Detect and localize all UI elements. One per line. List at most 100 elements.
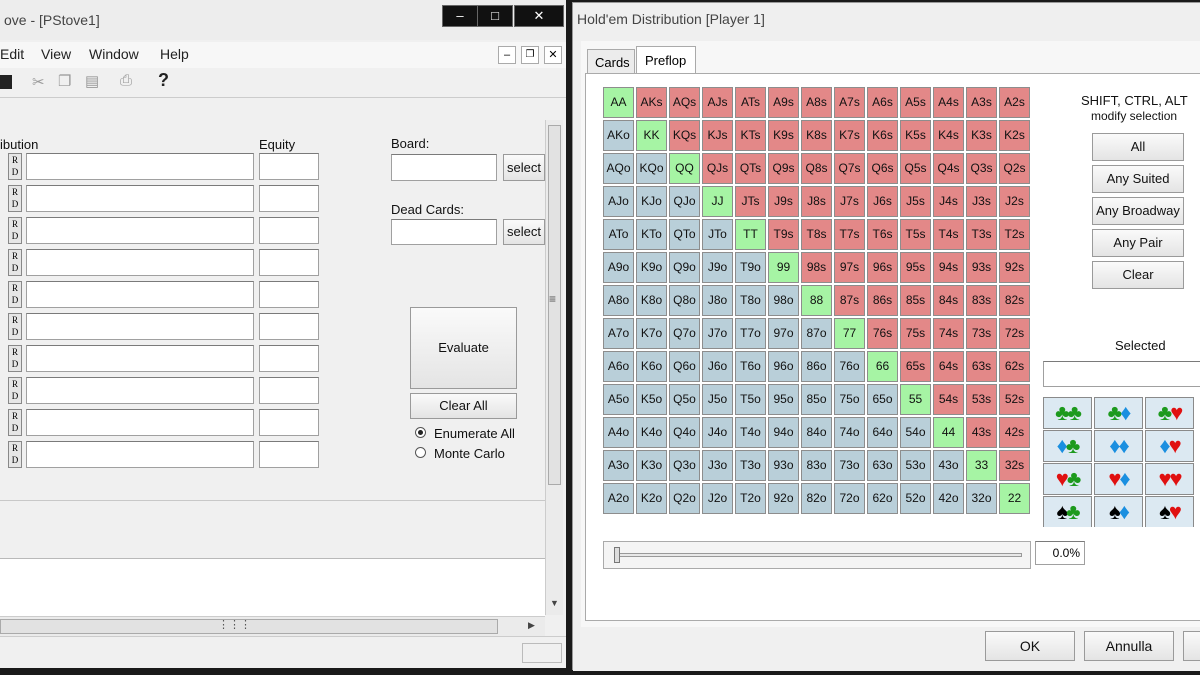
hand-cell-K7s[interactable]: K7s [834, 120, 865, 151]
range-dead-button[interactable]: RD [8, 377, 22, 404]
menu-help[interactable]: Help [160, 46, 189, 62]
hand-cell-KJs[interactable]: KJs [702, 120, 733, 151]
player-distribution-input[interactable] [26, 185, 254, 212]
hand-cell-KK[interactable]: KK [636, 120, 667, 151]
hand-cell-A6o[interactable]: A6o [603, 351, 634, 382]
hand-cell-33[interactable]: 33 [966, 450, 997, 481]
clear-button[interactable]: Clear [1092, 261, 1184, 289]
board-input[interactable] [391, 154, 497, 181]
hand-cell-T9s[interactable]: T9s [768, 219, 799, 250]
hand-cell-J9s[interactable]: J9s [768, 186, 799, 217]
hand-cell-TT[interactable]: TT [735, 219, 766, 250]
hand-cell-A5s[interactable]: A5s [900, 87, 931, 118]
hand-cell-ATs[interactable]: ATs [735, 87, 766, 118]
hand-cell-53o[interactable]: 53o [900, 450, 931, 481]
hand-cell-QQ[interactable]: QQ [669, 153, 700, 184]
hand-cell-54o[interactable]: 54o [900, 417, 931, 448]
hand-cell-J3s[interactable]: J3s [966, 186, 997, 217]
mdi-close-button[interactable]: ✕ [544, 46, 562, 64]
hand-cell-86o[interactable]: 86o [801, 351, 832, 382]
cut-icon[interactable]: ✂ [32, 73, 45, 91]
player-distribution-input[interactable] [26, 441, 254, 468]
hand-cell-82s[interactable]: 82s [999, 285, 1030, 316]
suit-combo-club-club[interactable]: ♣♣ [1043, 397, 1092, 429]
hand-cell-T2s[interactable]: T2s [999, 219, 1030, 250]
select-all-button[interactable]: All [1092, 133, 1184, 161]
hand-cell-A3s[interactable]: A3s [966, 87, 997, 118]
hand-cell-K5o[interactable]: K5o [636, 384, 667, 415]
hand-cell-T5s[interactable]: T5s [900, 219, 931, 250]
hand-cell-Q6o[interactable]: Q6o [669, 351, 700, 382]
hand-cell-93o[interactable]: 93o [768, 450, 799, 481]
hand-cell-Q8o[interactable]: Q8o [669, 285, 700, 316]
hand-cell-JJ[interactable]: JJ [702, 186, 733, 217]
maximize-button[interactable]: □ [477, 5, 513, 27]
range-dead-button[interactable]: RD [8, 185, 22, 212]
any-suited-button[interactable]: Any Suited [1092, 165, 1184, 193]
scroll-right-icon[interactable]: ▶ [528, 620, 535, 631]
hand-cell-K7o[interactable]: K7o [636, 318, 667, 349]
hand-cell-A4s[interactable]: A4s [933, 87, 964, 118]
hand-cell-A4o[interactable]: A4o [603, 417, 634, 448]
hand-cell-K5s[interactable]: K5s [900, 120, 931, 151]
hand-cell-32s[interactable]: 32s [999, 450, 1030, 481]
hand-cell-95s[interactable]: 95s [900, 252, 931, 283]
player-distribution-input[interactable] [26, 377, 254, 404]
hand-cell-95o[interactable]: 95o [768, 384, 799, 415]
hand-cell-KTo[interactable]: KTo [636, 219, 667, 250]
hand-cell-T3o[interactable]: T3o [735, 450, 766, 481]
hand-cell-76s[interactable]: 76s [867, 318, 898, 349]
dead-cards-select-button[interactable]: select [503, 219, 545, 245]
paste-icon[interactable]: ▤ [85, 72, 99, 90]
hand-cell-T6o[interactable]: T6o [735, 351, 766, 382]
hand-cell-K4o[interactable]: K4o [636, 417, 667, 448]
range-dead-button[interactable]: RD [8, 249, 22, 276]
hand-cell-J5s[interactable]: J5s [900, 186, 931, 217]
hand-cell-ATo[interactable]: ATo [603, 219, 634, 250]
hand-cell-65o[interactable]: 65o [867, 384, 898, 415]
hand-cell-AJs[interactable]: AJs [702, 87, 733, 118]
hand-cell-J2o[interactable]: J2o [702, 483, 733, 514]
range-dead-button[interactable]: RD [8, 281, 22, 308]
hand-cell-52o[interactable]: 52o [900, 483, 931, 514]
menu-window[interactable]: Window [89, 46, 139, 62]
player-distribution-input[interactable] [26, 409, 254, 436]
hand-cell-K8o[interactable]: K8o [636, 285, 667, 316]
hand-cell-64s[interactable]: 64s [933, 351, 964, 382]
suit-combo-club-diamond[interactable]: ♣♦ [1094, 397, 1143, 429]
hand-cell-Q4s[interactable]: Q4s [933, 153, 964, 184]
range-dead-button[interactable]: RD [8, 409, 22, 436]
suit-combo-diamond-club[interactable]: ♦♣ [1043, 430, 1092, 462]
hand-cell-T4s[interactable]: T4s [933, 219, 964, 250]
hand-cell-QTs[interactable]: QTs [735, 153, 766, 184]
copy-icon[interactable]: ❐ [58, 72, 71, 90]
hand-cell-83s[interactable]: 83s [966, 285, 997, 316]
hand-cell-84s[interactable]: 84s [933, 285, 964, 316]
hand-cell-65s[interactable]: 65s [900, 351, 931, 382]
hand-cell-T2o[interactable]: T2o [735, 483, 766, 514]
hand-cell-AA[interactable]: AA [603, 87, 634, 118]
hand-cell-55[interactable]: 55 [900, 384, 931, 415]
suit-combo-heart-heart[interactable]: ♥♥ [1145, 463, 1194, 495]
hand-cell-K2o[interactable]: K2o [636, 483, 667, 514]
hand-cell-Q5o[interactable]: Q5o [669, 384, 700, 415]
hand-cell-Q9s[interactable]: Q9s [768, 153, 799, 184]
tab-preflop[interactable]: Preflop [636, 46, 696, 74]
hand-cell-84o[interactable]: 84o [801, 417, 832, 448]
hand-cell-96s[interactable]: 96s [867, 252, 898, 283]
percent-slider[interactable] [603, 541, 1031, 569]
hand-cell-K3o[interactable]: K3o [636, 450, 667, 481]
clear-all-button[interactable]: Clear All [410, 393, 517, 419]
suit-combo-diamond-diamond[interactable]: ♦♦ [1094, 430, 1143, 462]
hand-cell-A5o[interactable]: A5o [603, 384, 634, 415]
range-dead-button[interactable]: RD [8, 153, 22, 180]
hand-cell-Q2s[interactable]: Q2s [999, 153, 1030, 184]
hand-cell-QJo[interactable]: QJo [669, 186, 700, 217]
hand-cell-T3s[interactable]: T3s [966, 219, 997, 250]
suit-combo-spade-club[interactable]: ♠♣ [1043, 496, 1092, 527]
hand-cell-74o[interactable]: 74o [834, 417, 865, 448]
enumerate-all-radio[interactable] [415, 427, 426, 438]
hand-cell-K9s[interactable]: K9s [768, 120, 799, 151]
hand-cell-72o[interactable]: 72o [834, 483, 865, 514]
hand-cell-53s[interactable]: 53s [966, 384, 997, 415]
